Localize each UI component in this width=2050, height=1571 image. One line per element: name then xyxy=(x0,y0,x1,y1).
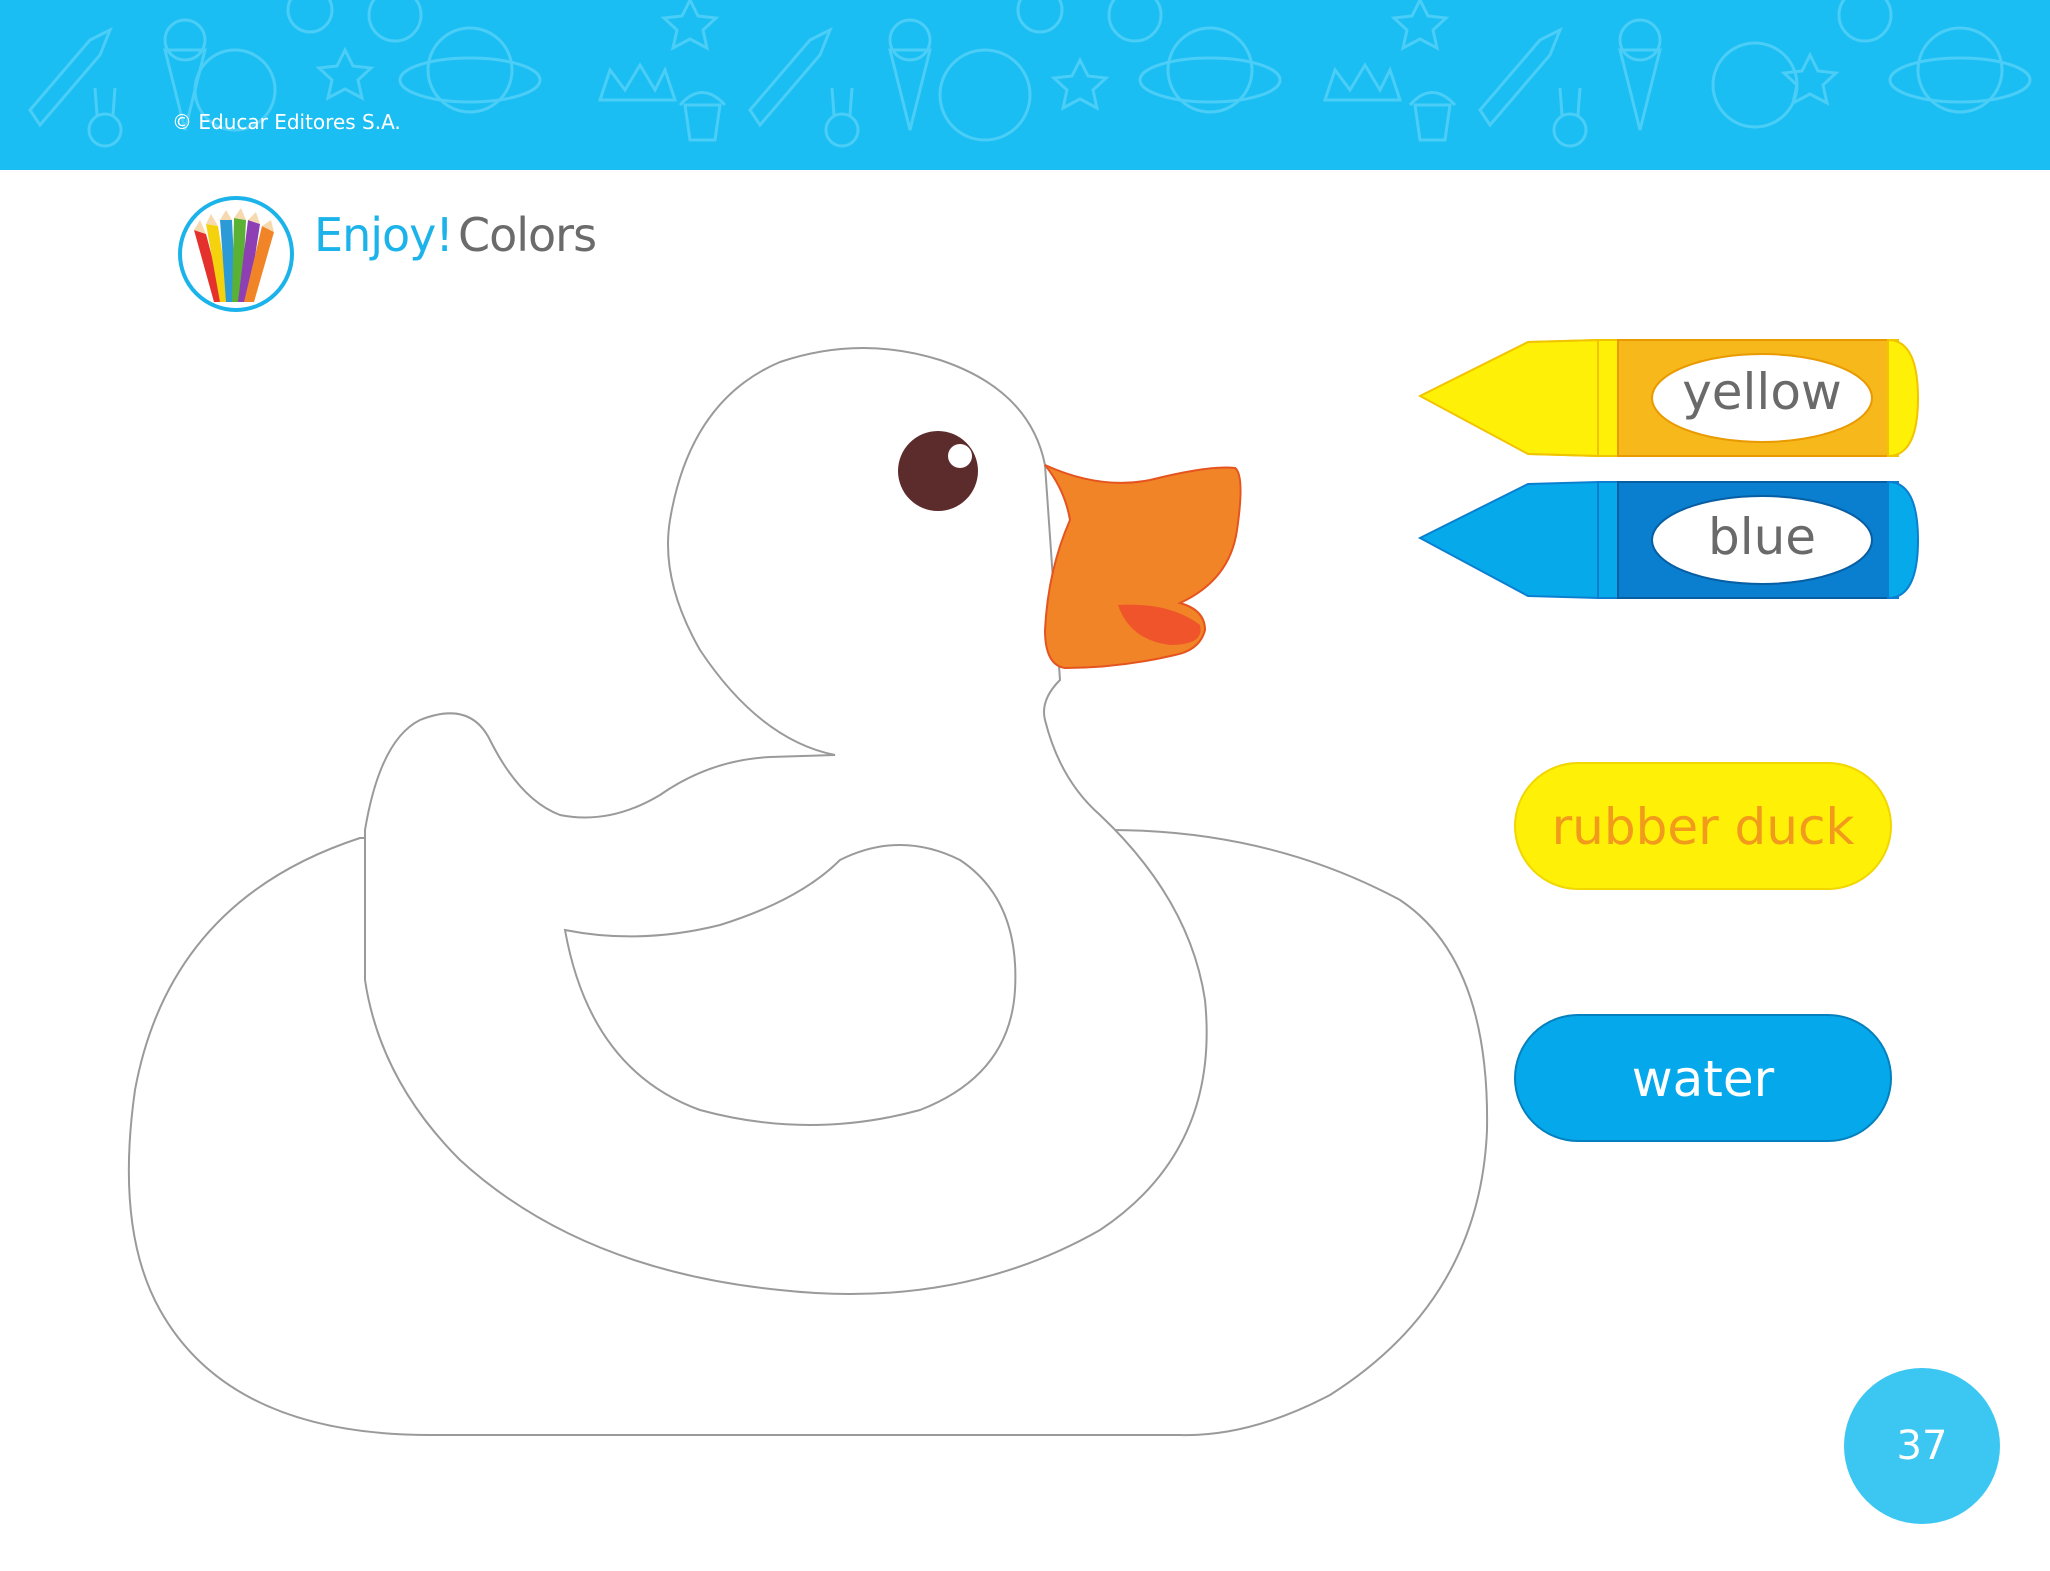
eye-highlight xyxy=(948,444,972,468)
beak-icon xyxy=(1043,464,1242,670)
page-number: 37 xyxy=(1844,1368,2000,1524)
eye-icon xyxy=(898,431,978,511)
crayon-label-blue: blue xyxy=(1707,508,1817,566)
word-water: water xyxy=(1514,1014,1892,1142)
word-rubber-duck: rubber duck xyxy=(1514,762,1892,890)
crayon-label-yellow: yellow xyxy=(1682,363,1842,421)
